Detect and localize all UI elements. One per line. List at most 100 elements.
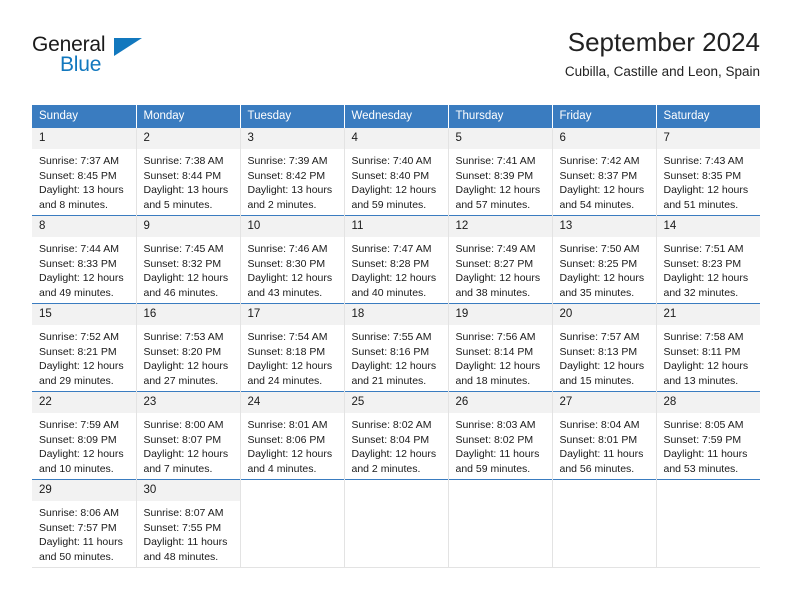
day-cell-empty — [240, 479, 345, 568]
daylight-text-line1: Daylight: 12 hours — [247, 360, 333, 373]
day-number: 3 — [240, 128, 344, 149]
day-number: 28 — [656, 392, 760, 413]
daylight-text-line2: and 50 minutes. — [39, 550, 114, 563]
sunrise-text: Sunrise: 7:56 AM — [455, 331, 536, 343]
day-cell[interactable]: 11 Sunrise: 7:47 AM Sunset: 8:28 PM Dayl… — [344, 215, 449, 304]
day-cell[interactable]: 8 Sunrise: 7:44 AM Sunset: 8:33 PM Dayli… — [32, 215, 137, 304]
sunset-text: Sunset: 8:33 PM — [39, 257, 117, 270]
sunrise-text: Sunrise: 8:00 AM — [143, 419, 224, 431]
day-cell[interactable]: 16 Sunrise: 7:53 AM Sunset: 8:20 PM Dayl… — [136, 303, 241, 392]
daylight-text-line1: Daylight: 12 hours — [247, 448, 333, 461]
day-number: 2 — [136, 128, 240, 149]
daylight-text-line2: and 10 minutes. — [39, 462, 114, 475]
sunset-text: Sunset: 8:23 PM — [663, 257, 742, 270]
day-details: Sunrise: 7:59 AM Sunset: 8:09 PM Dayligh… — [32, 413, 136, 476]
day-number: 6 — [552, 128, 656, 149]
day-cell[interactable]: 5 Sunrise: 7:41 AM Sunset: 8:39 PM Dayli… — [448, 127, 553, 216]
day-cell[interactable]: 30 Sunrise: 8:07 AM Sunset: 7:55 PM Dayl… — [136, 479, 241, 568]
day-details: Sunrise: 7:40 AM Sunset: 8:40 PM Dayligh… — [345, 149, 448, 212]
day-cell[interactable]: 4 Sunrise: 7:40 AM Sunset: 8:40 PM Dayli… — [344, 127, 449, 216]
day-number — [240, 480, 344, 501]
day-details: Sunrise: 8:07 AM Sunset: 7:55 PM Dayligh… — [137, 501, 240, 564]
day-cell[interactable]: 10 Sunrise: 7:46 AM Sunset: 8:30 PM Dayl… — [240, 215, 345, 304]
week-row: 22 Sunrise: 7:59 AM Sunset: 8:09 PM Dayl… — [32, 391, 760, 480]
sunrise-text: Sunrise: 7:37 AM — [39, 155, 119, 167]
day-cell[interactable]: 6 Sunrise: 7:42 AM Sunset: 8:37 PM Dayli… — [552, 127, 657, 216]
day-cell[interactable]: 27 Sunrise: 8:04 AM Sunset: 8:01 PM Dayl… — [552, 391, 657, 480]
day-number: 10 — [240, 216, 344, 237]
day-cell[interactable]: 24 Sunrise: 8:01 AM Sunset: 8:06 PM Dayl… — [240, 391, 345, 480]
day-details: Sunrise: 7:45 AM Sunset: 8:32 PM Dayligh… — [137, 237, 240, 300]
day-cell[interactable]: 9 Sunrise: 7:45 AM Sunset: 8:32 PM Dayli… — [136, 215, 241, 304]
daylight-text-line1: Daylight: 12 hours — [39, 360, 124, 373]
day-cell[interactable]: 28 Sunrise: 8:05 AM Sunset: 7:59 PM Dayl… — [656, 391, 760, 480]
day-cell[interactable]: 22 Sunrise: 7:59 AM Sunset: 8:09 PM Dayl… — [32, 391, 137, 480]
daylight-text-line2: and 18 minutes. — [455, 374, 531, 387]
day-cell[interactable]: 18 Sunrise: 7:55 AM Sunset: 8:16 PM Dayl… — [344, 303, 449, 392]
sunrise-text: Sunrise: 7:49 AM — [455, 243, 536, 255]
daylight-text-line1: Daylight: 12 hours — [39, 448, 124, 461]
day-cell-empty — [552, 479, 657, 568]
sunrise-text: Sunrise: 7:52 AM — [39, 331, 119, 343]
day-number — [656, 480, 760, 501]
sunset-text: Sunset: 8:21 PM — [39, 345, 117, 358]
sunset-text: Sunset: 7:59 PM — [663, 433, 742, 446]
day-number: 13 — [552, 216, 656, 237]
day-cell[interactable]: 20 Sunrise: 7:57 AM Sunset: 8:13 PM Dayl… — [552, 303, 657, 392]
day-details: Sunrise: 7:54 AM Sunset: 8:18 PM Dayligh… — [241, 325, 344, 388]
daylight-text-line2: and 29 minutes. — [39, 374, 114, 387]
page-title: September 2024 — [567, 27, 760, 57]
sunset-text: Sunset: 8:32 PM — [143, 257, 222, 270]
day-number: 1 — [32, 128, 136, 149]
day-cell[interactable]: 17 Sunrise: 7:54 AM Sunset: 8:18 PM Dayl… — [240, 303, 345, 392]
week-row: 1 Sunrise: 7:37 AM Sunset: 8:45 PM Dayli… — [32, 127, 760, 216]
daylight-text-line1: Daylight: 12 hours — [455, 360, 541, 373]
day-cell[interactable]: 29 Sunrise: 8:06 AM Sunset: 7:57 PM Dayl… — [32, 479, 137, 568]
day-number: 4 — [344, 128, 448, 149]
sunrise-text: Sunrise: 7:58 AM — [663, 331, 744, 343]
day-number — [552, 480, 656, 501]
day-cell[interactable]: 15 Sunrise: 7:52 AM Sunset: 8:21 PM Dayl… — [32, 303, 137, 392]
sunset-text: Sunset: 8:37 PM — [559, 169, 638, 182]
sunset-text: Sunset: 8:11 PM — [663, 345, 741, 358]
day-number: 11 — [344, 216, 448, 237]
daylight-text-line2: and 46 minutes. — [143, 286, 219, 299]
day-details: Sunrise: 7:56 AM Sunset: 8:14 PM Dayligh… — [449, 325, 552, 388]
day-cell[interactable]: 23 Sunrise: 8:00 AM Sunset: 8:07 PM Dayl… — [136, 391, 241, 480]
day-cell[interactable]: 14 Sunrise: 7:51 AM Sunset: 8:23 PM Dayl… — [656, 215, 760, 304]
day-cell[interactable]: 13 Sunrise: 7:50 AM Sunset: 8:25 PM Dayl… — [552, 215, 657, 304]
day-number: 24 — [240, 392, 344, 413]
day-cell[interactable]: 21 Sunrise: 7:58 AM Sunset: 8:11 PM Dayl… — [656, 303, 760, 392]
sunrise-text: Sunrise: 7:51 AM — [663, 243, 744, 255]
day-number: 14 — [656, 216, 760, 237]
daylight-text-line1: Daylight: 12 hours — [351, 360, 437, 373]
daylight-text-line1: Daylight: 11 hours — [39, 536, 123, 549]
weekday-header-tuesday: Tuesday — [240, 105, 345, 128]
day-cell[interactable]: 19 Sunrise: 7:56 AM Sunset: 8:14 PM Dayl… — [448, 303, 553, 392]
day-number — [448, 480, 552, 501]
day-details: Sunrise: 8:02 AM Sunset: 8:04 PM Dayligh… — [345, 413, 448, 476]
sunrise-text: Sunrise: 7:50 AM — [559, 243, 640, 255]
daylight-text-line1: Daylight: 13 hours — [143, 184, 229, 197]
day-cell[interactable]: 1 Sunrise: 7:37 AM Sunset: 8:45 PM Dayli… — [32, 127, 137, 216]
day-cell[interactable]: 2 Sunrise: 7:38 AM Sunset: 8:44 PM Dayli… — [136, 127, 241, 216]
sunrise-text: Sunrise: 8:05 AM — [663, 419, 744, 431]
daylight-text-line1: Daylight: 12 hours — [455, 272, 541, 285]
day-cell[interactable]: 26 Sunrise: 8:03 AM Sunset: 8:02 PM Dayl… — [448, 391, 553, 480]
daylight-text-line1: Daylight: 12 hours — [143, 448, 229, 461]
sunset-text: Sunset: 8:28 PM — [351, 257, 430, 270]
day-cell[interactable]: 7 Sunrise: 7:43 AM Sunset: 8:35 PM Dayli… — [656, 127, 760, 216]
sunset-text: Sunset: 8:07 PM — [143, 433, 222, 446]
daylight-text-line2: and 59 minutes. — [455, 462, 531, 475]
week-row: 8 Sunrise: 7:44 AM Sunset: 8:33 PM Dayli… — [32, 215, 760, 304]
day-cell[interactable]: 25 Sunrise: 8:02 AM Sunset: 8:04 PM Dayl… — [344, 391, 449, 480]
day-cell[interactable]: 12 Sunrise: 7:49 AM Sunset: 8:27 PM Dayl… — [448, 215, 553, 304]
general-blue-logo[interactable]: General Blue — [32, 34, 252, 90]
logo-triangle-icon — [114, 38, 142, 56]
day-cell-empty — [448, 479, 553, 568]
sunset-text: Sunset: 8:02 PM — [455, 433, 534, 446]
sunrise-text: Sunrise: 7:54 AM — [247, 331, 328, 343]
daylight-text-line1: Daylight: 11 hours — [559, 448, 644, 461]
day-cell[interactable]: 3 Sunrise: 7:39 AM Sunset: 8:42 PM Dayli… — [240, 127, 345, 216]
daylight-text-line2: and 51 minutes. — [663, 198, 739, 211]
